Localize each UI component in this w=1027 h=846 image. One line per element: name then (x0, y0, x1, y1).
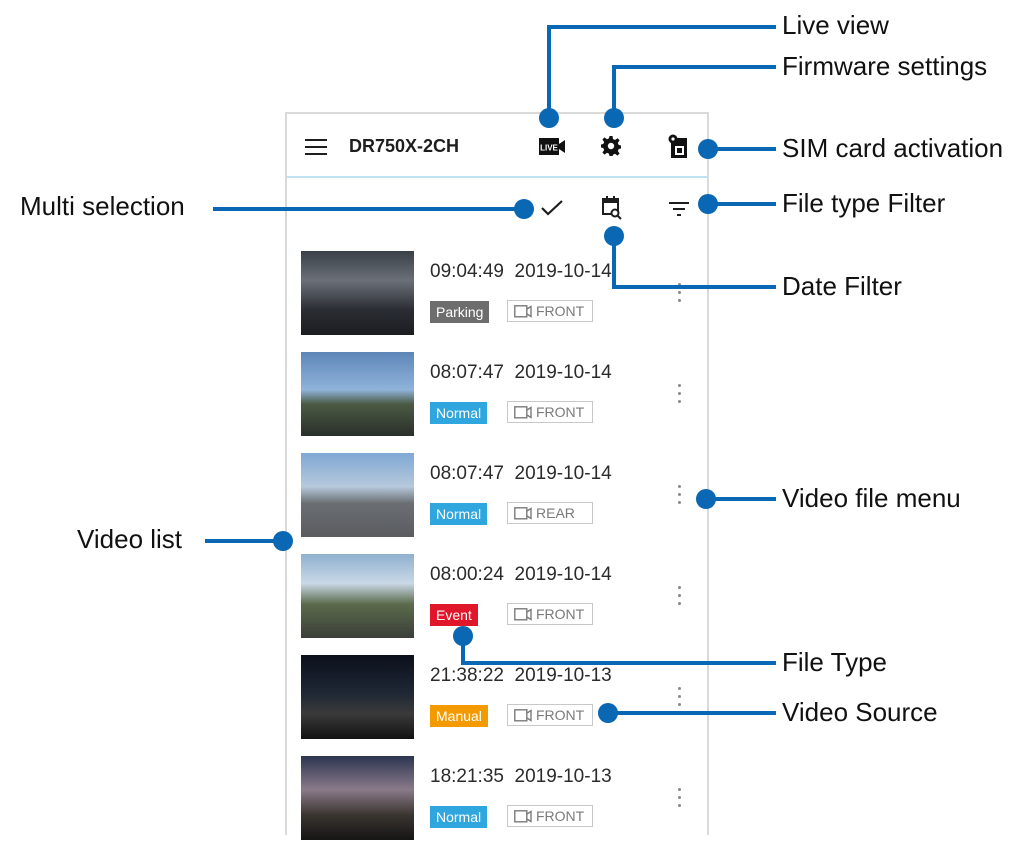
callout-dot-date-filter (604, 226, 624, 246)
callout-live-view: Live view (782, 10, 889, 40)
callout-video-list: Video list (77, 524, 183, 554)
callout-dot-video-menu (696, 489, 716, 509)
callout-dot-multi (514, 199, 534, 219)
callout-video-source: Video Source (782, 697, 938, 727)
callout-dot-file-type-filter (698, 194, 718, 214)
callout-file-type: File Type (782, 647, 888, 677)
callout-sim-card-activation: SIM card activation (782, 133, 1004, 163)
callout-date-filter: Date Filter (782, 271, 902, 301)
callout-dot-firmware (604, 108, 624, 128)
callout-line-file-type (461, 636, 776, 665)
callout-dot-live-view (539, 108, 559, 128)
callout-video-file-menu: Video file menu (782, 483, 961, 513)
callout-line-date-filter (612, 236, 776, 289)
callout-line-live-view (547, 25, 776, 118)
callout-firmware-settings: Firmware settings (782, 51, 988, 81)
callout-dot-file-type (453, 626, 473, 646)
callout-file-type-filter: File type Filter (782, 188, 946, 218)
callout-dot-video-list (273, 531, 293, 551)
callout-multi-selection: Multi selection (20, 191, 185, 221)
callout-line-firmware (612, 65, 776, 118)
callout-dot-video-source (598, 703, 618, 723)
callout-dot-sim (698, 139, 718, 159)
